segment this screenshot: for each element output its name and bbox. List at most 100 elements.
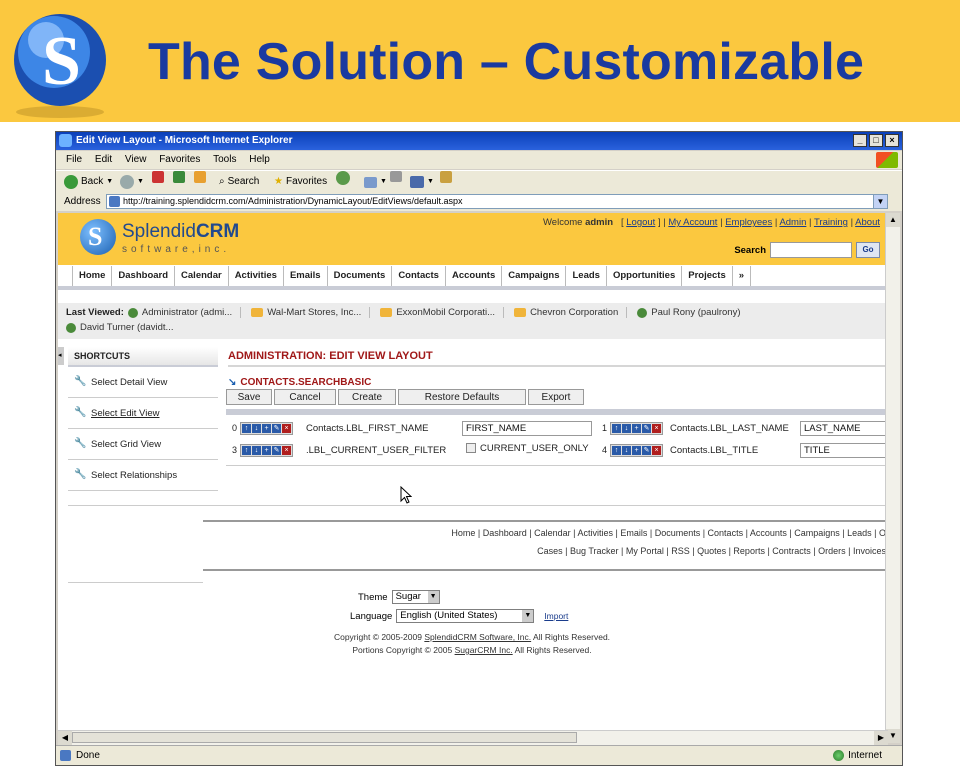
history-icon — [336, 171, 350, 185]
menu-view[interactable]: View — [125, 151, 147, 169]
tab-leads[interactable]: Leads — [566, 266, 607, 286]
move-down-icon[interactable]: ↓ — [252, 445, 262, 455]
edit-icon[interactable]: ✎ — [272, 445, 282, 455]
home-button[interactable] — [194, 171, 206, 183]
last-viewed-item[interactable]: Administrator (admi... — [127, 307, 242, 318]
search-go-button[interactable]: Go — [856, 242, 880, 258]
move-down-icon[interactable]: ↓ — [252, 423, 262, 433]
delete-icon[interactable]: × — [282, 423, 292, 433]
last-viewed-item[interactable]: David Turner (davidt... — [66, 322, 181, 333]
refresh-button[interactable] — [173, 171, 185, 183]
import-link[interactable]: Import — [544, 611, 568, 621]
tab-accounts[interactable]: Accounts — [446, 266, 503, 286]
tab-home[interactable]: Home — [72, 266, 113, 286]
field-last-name[interactable]: LAST_NAME — [800, 421, 886, 436]
create-button[interactable]: Create — [338, 389, 396, 405]
menu-help[interactable]: Help — [249, 151, 270, 169]
restore-defaults-button[interactable]: Restore Defaults — [398, 389, 526, 405]
tab-dashboard[interactable]: Dashboard — [112, 266, 176, 286]
splendidcrm-link[interactable]: SplendidCRM Software, Inc. — [424, 632, 531, 642]
menu-favorites[interactable]: Favorites — [159, 151, 200, 169]
footer-links-row2[interactable]: Cases | Bug Tracker | My Portal | RSS | … — [537, 546, 886, 556]
last-viewed-item[interactable]: Paul Rony (paulrony) — [637, 307, 748, 318]
footer-links-row1[interactable]: Home | Dashboard | Calendar | Activities… — [451, 528, 886, 538]
tab-contacts[interactable]: Contacts — [392, 266, 446, 286]
add-icon[interactable]: + — [632, 423, 642, 433]
tab-documents[interactable]: Documents — [328, 266, 393, 286]
training-link[interactable]: Training — [814, 217, 848, 228]
move-down-icon[interactable]: ↓ — [622, 445, 632, 455]
edit-button[interactable]: ▼ — [410, 171, 434, 193]
shortcut-select-edit-view[interactable]: 🔧 Select Edit View — [68, 398, 218, 429]
horizontal-scrollbar[interactable]: ◀ ▶ — [58, 730, 888, 745]
favorites-button[interactable]: ★ Favorites — [274, 171, 327, 193]
address-dropdown-icon[interactable]: ▼ — [873, 195, 887, 208]
export-button[interactable]: Export — [528, 389, 584, 405]
print-button[interactable] — [390, 171, 402, 182]
edit-icon[interactable]: ✎ — [642, 445, 652, 455]
add-icon[interactable]: + — [262, 423, 272, 433]
menu-file[interactable]: File — [66, 151, 82, 169]
collapse-sidebar-button[interactable]: ◂ — [58, 347, 64, 365]
crm-header: S SplendidCRM software,inc. Welcome admi… — [58, 213, 886, 265]
crm-search-input[interactable] — [770, 242, 852, 258]
mail-button[interactable]: ▼ — [364, 171, 387, 193]
delete-icon[interactable]: × — [652, 423, 662, 433]
move-up-icon[interactable]: ↑ — [242, 423, 252, 433]
employees-link[interactable]: Employees — [725, 217, 772, 228]
last-viewed-item[interactable]: Chevron Corporation — [514, 307, 628, 318]
discuss-button[interactable] — [440, 171, 452, 183]
back-button[interactable]: Back ▼ — [64, 171, 113, 193]
menu-tools[interactable]: Tools — [213, 151, 236, 169]
field-title[interactable]: TITLE — [800, 443, 886, 458]
stop-button[interactable] — [152, 171, 164, 183]
edit-icon[interactable]: ✎ — [272, 423, 282, 433]
move-up-icon[interactable]: ↑ — [242, 445, 252, 455]
history-button[interactable] — [336, 171, 350, 185]
minimize-button[interactable]: _ — [853, 134, 867, 147]
tab-activities[interactable]: Activities — [229, 266, 284, 286]
maximize-button[interactable]: □ — [869, 134, 883, 147]
delete-icon[interactable]: × — [282, 445, 292, 455]
tab-projects[interactable]: Projects — [682, 266, 733, 286]
scroll-down-icon[interactable]: ▼ — [886, 729, 900, 743]
move-up-icon[interactable]: ↑ — [612, 445, 622, 455]
forward-button[interactable]: ▼ — [120, 171, 144, 193]
admin-link[interactable]: Admin — [779, 217, 806, 228]
field-first-name[interactable]: FIRST_NAME — [462, 421, 592, 436]
save-button[interactable]: Save — [226, 389, 272, 405]
current-user-only-checkbox[interactable]: CURRENT_USER_ONLY — [466, 438, 589, 458]
move-up-icon[interactable]: ↑ — [612, 423, 622, 433]
scroll-left-icon[interactable]: ◀ — [58, 731, 72, 745]
move-down-icon[interactable]: ↓ — [622, 423, 632, 433]
close-button[interactable]: × — [885, 134, 899, 147]
scroll-up-icon[interactable]: ▲ — [886, 213, 900, 227]
edit-icon[interactable]: ✎ — [642, 423, 652, 433]
shortcut-select-grid-view[interactable]: 🔧 Select Grid View — [68, 429, 218, 460]
theme-select[interactable]: Sugar ▼ — [391, 590, 440, 604]
shortcut-select-relationships[interactable]: 🔧 Select Relationships — [68, 460, 218, 491]
search-button[interactable]: ⌕ Search — [219, 171, 259, 193]
language-select[interactable]: English (United States) ▼ — [396, 609, 535, 623]
last-viewed-item[interactable]: ExxonMobil Corporati... — [380, 307, 505, 318]
cancel-button[interactable]: Cancel — [274, 389, 336, 405]
tab-opportunities[interactable]: Opportunities — [607, 266, 683, 286]
tab-more[interactable]: » — [733, 266, 752, 286]
scroll-thumb[interactable] — [72, 732, 577, 743]
address-input[interactable]: http://training.splendidcrm.com/Administ… — [106, 194, 888, 209]
sugarcrm-link[interactable]: SugarCRM Inc. — [455, 645, 513, 655]
logout-link[interactable]: Logout — [626, 217, 655, 228]
my-account-link[interactable]: My Account — [668, 217, 717, 228]
vertical-scrollbar[interactable]: ▲ ▼ — [885, 213, 900, 743]
scroll-right-icon[interactable]: ▶ — [874, 731, 888, 745]
last-viewed-item[interactable]: Wal-Mart Stores, Inc... — [251, 307, 371, 318]
delete-icon[interactable]: × — [652, 445, 662, 455]
add-icon[interactable]: + — [632, 445, 642, 455]
tab-campaigns[interactable]: Campaigns — [502, 266, 567, 286]
menu-edit[interactable]: Edit — [95, 151, 112, 169]
tab-calendar[interactable]: Calendar — [175, 266, 229, 286]
about-link[interactable]: About — [855, 217, 880, 228]
shortcut-select-detail-view[interactable]: 🔧 Select Detail View — [68, 367, 218, 398]
tab-emails[interactable]: Emails — [284, 266, 328, 286]
add-icon[interactable]: + — [262, 445, 272, 455]
